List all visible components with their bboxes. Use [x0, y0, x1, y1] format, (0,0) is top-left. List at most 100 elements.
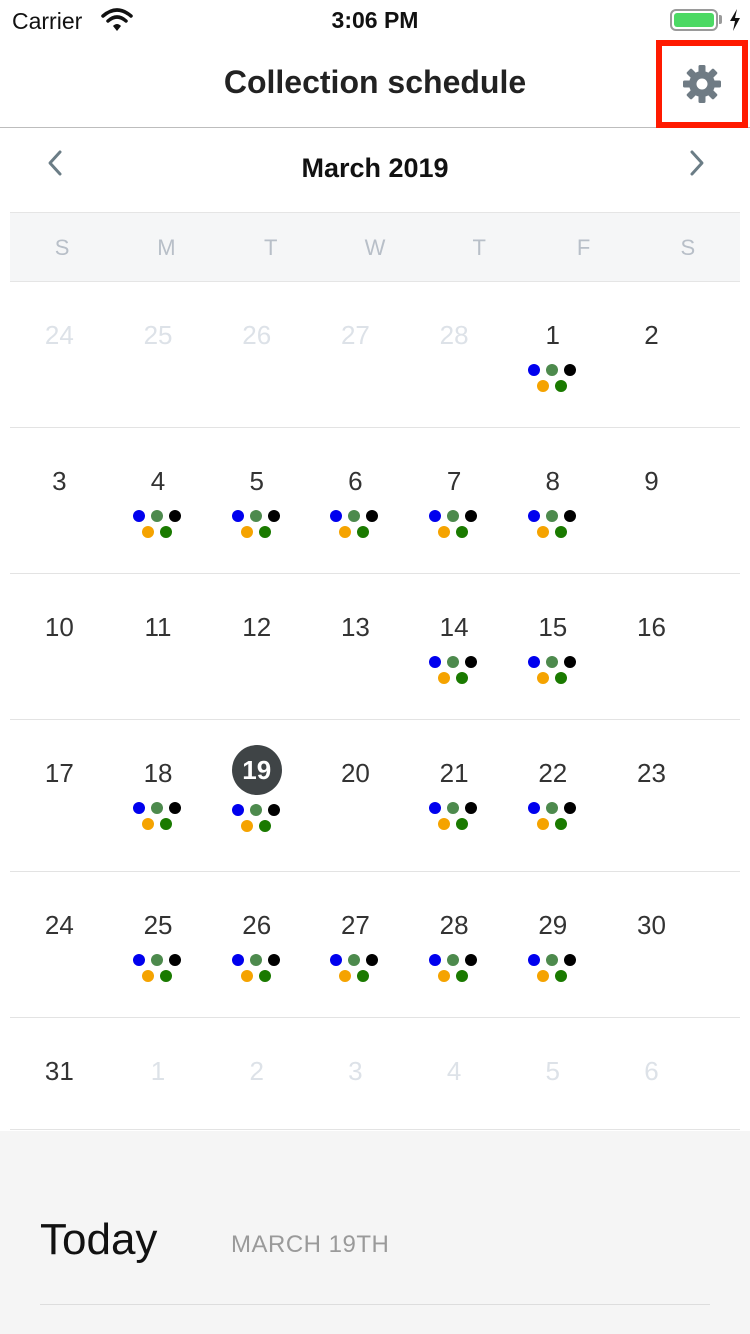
calendar-day[interactable]: 15 [503, 574, 602, 720]
calendar-day[interactable]: 28 [405, 282, 504, 428]
day-number: 21 [439, 758, 469, 788]
collection-dots [231, 510, 282, 540]
calendar-day[interactable]: 24 [10, 872, 109, 1018]
calendar-day[interactable]: 24 [10, 282, 109, 428]
calendar-day[interactable]: 30 [602, 872, 701, 1018]
collection-dot [536, 970, 549, 982]
day-number: 3 [348, 1056, 363, 1086]
day-number: 28 [439, 910, 469, 940]
calendar-day[interactable]: 19 [207, 720, 306, 872]
calendar-day[interactable]: 20 [306, 720, 405, 872]
calendar-day[interactable]: 8 [503, 428, 602, 574]
day-number: 25 [143, 320, 173, 350]
today-date: MARCH 19TH [231, 1231, 390, 1258]
calendar-day[interactable]: 28 [405, 872, 504, 1018]
collection-dot [151, 802, 164, 814]
calendar-day[interactable]: 25 [109, 282, 208, 428]
calendar-day[interactable]: 13 [306, 574, 405, 720]
day-number: 12 [242, 612, 272, 642]
calendar-day[interactable]: 2 [207, 1018, 306, 1130]
calendar-day[interactable]: 10 [10, 574, 109, 720]
calendar-day[interactable]: 14 [405, 574, 504, 720]
calendar-day[interactable]: 23 [602, 720, 701, 872]
month-title: March 2019 [301, 153, 449, 183]
collection-dot [536, 818, 549, 830]
weekday-header: S M T W T F S [10, 212, 740, 282]
collection-dot [330, 510, 343, 522]
day-number: 2 [249, 1056, 264, 1086]
collection-dot [456, 818, 469, 830]
calendar-day[interactable]: 3 [306, 1018, 405, 1130]
day-number: 7 [446, 466, 462, 496]
day-number: 15 [538, 612, 568, 642]
day-number: 9 [644, 466, 659, 496]
collection-dots [330, 510, 380, 540]
collection-dot [258, 820, 271, 832]
calendar-day[interactable]: 18 [109, 720, 208, 872]
collection-dot [554, 672, 567, 684]
calendar-day[interactable]: 27 [306, 282, 405, 428]
calendar-day[interactable]: 5 [503, 1018, 602, 1130]
calendar-day[interactable]: 22 [503, 720, 602, 872]
calendar-day[interactable]: 12 [207, 574, 306, 720]
calendar-day[interactable]: 26 [207, 282, 306, 428]
calendar-day[interactable]: 2 [602, 282, 701, 428]
calendar-day[interactable]: 17 [10, 720, 109, 872]
calendar-day[interactable]: 26 [207, 872, 306, 1018]
collection-dots [527, 802, 578, 832]
calendar-day[interactable]: 5 [207, 428, 306, 574]
day-number: 17 [44, 758, 74, 788]
collection-dot [258, 970, 271, 982]
calendar-day[interactable]: 7 [405, 428, 504, 574]
calendar-day[interactable]: 31 [10, 1018, 109, 1130]
calendar-day[interactable]: 21 [405, 720, 504, 872]
day-number: 30 [637, 910, 666, 940]
collection-dots [429, 656, 479, 686]
collection-dot [456, 970, 469, 982]
collection-dot [545, 364, 558, 376]
calendar-day[interactable]: 11 [109, 574, 208, 720]
day-number: 28 [439, 320, 469, 350]
calendar-day[interactable]: 4 [405, 1018, 504, 1130]
collection-dot [554, 380, 567, 392]
battery-tip [719, 15, 722, 24]
today-heading: Today [40, 1215, 158, 1264]
calendar-day[interactable]: 25 [109, 872, 208, 1018]
calendar-day[interactable]: 16 [602, 574, 701, 720]
collection-dot [348, 954, 361, 966]
settings-button[interactable] [656, 40, 748, 128]
calendar-day[interactable]: 1 [109, 1018, 208, 1130]
calendar-day[interactable]: 27 [306, 872, 405, 1018]
chevron-right-icon[interactable] [682, 148, 712, 178]
calendar-day[interactable]: 6 [306, 428, 405, 574]
day-number: 1 [150, 1056, 166, 1086]
collection-dot [169, 510, 182, 522]
collection-dot [240, 970, 253, 982]
collection-dot [231, 954, 244, 966]
collection-dot [563, 954, 576, 966]
nav-bar: Collection schedule [0, 40, 750, 128]
day-number: 27 [340, 910, 370, 940]
calendar-day[interactable]: 4 [109, 428, 208, 574]
charging-bolt-icon [730, 9, 740, 31]
week-row: 17 18 19 20 21 22 23 [10, 720, 740, 872]
collection-dot [456, 672, 469, 684]
calendar-day[interactable]: 3 [10, 428, 109, 574]
collection-dot [267, 954, 280, 966]
collection-dot [366, 510, 379, 522]
collection-dot [563, 656, 576, 668]
collection-dot [465, 954, 478, 966]
calendar-day[interactable]: 1 [503, 282, 602, 428]
collection-dot [447, 656, 460, 668]
collection-dot [563, 802, 576, 814]
day-number: 31 [44, 1056, 74, 1086]
collection-dots [330, 954, 380, 984]
divider [40, 1304, 710, 1305]
collection-dot [465, 656, 478, 668]
calendar-day[interactable]: 29 [503, 872, 602, 1018]
calendar-day[interactable]: 6 [602, 1018, 701, 1130]
collection-dot [429, 802, 442, 814]
status-bar: Carrier 3:06 PM [0, 0, 750, 40]
collection-dot [527, 510, 540, 522]
calendar-day[interactable]: 9 [602, 428, 701, 574]
